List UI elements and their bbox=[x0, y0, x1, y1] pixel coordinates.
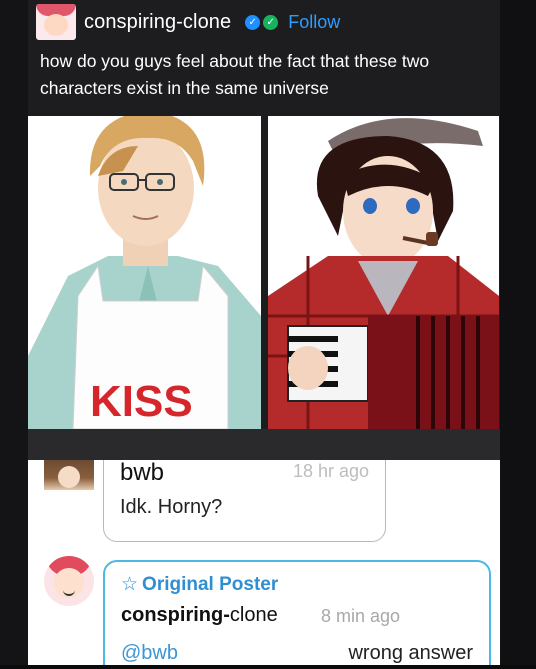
avatar[interactable] bbox=[36, 4, 76, 40]
apron-text: KISS bbox=[90, 377, 193, 426]
reply-username[interactable]: bwb bbox=[120, 460, 164, 487]
mention-link[interactable]: @bwb bbox=[121, 642, 178, 665]
op-reply-bubble: ☆ Original Poster conspiring-clone 8 min … bbox=[103, 560, 491, 665]
follow-button[interactable]: Follow bbox=[288, 12, 340, 33]
post-text: how do you guys feel about the fact that… bbox=[40, 51, 430, 98]
post-image-left[interactable]: KISS bbox=[28, 116, 261, 429]
op-reply-username[interactable]: conspiring-clone bbox=[121, 604, 278, 627]
character-accordion-illustration bbox=[268, 116, 499, 429]
reply-text: Idk. Horny? bbox=[120, 496, 223, 518]
replies-panel: bwb 18 hr ago Idk. Horny? ☆ Original Post… bbox=[28, 460, 500, 665]
post-footer bbox=[28, 429, 500, 460]
post-username[interactable]: conspiring-clone bbox=[84, 11, 231, 34]
reply-bubble: bwb 18 hr ago Idk. Horny? bbox=[103, 460, 386, 542]
op-reply-avatar[interactable] bbox=[44, 556, 94, 606]
star-icon: ☆ bbox=[121, 574, 139, 595]
original-poster-label: ☆ Original Poster bbox=[121, 574, 279, 595]
character-blond-illustration: KISS bbox=[28, 116, 261, 429]
op-reply-timestamp: 8 min ago bbox=[321, 606, 401, 626]
post-image-right[interactable] bbox=[268, 116, 499, 429]
post-card: conspiring-clone ✓ ✓ Follow how do you g… bbox=[28, 0, 500, 460]
checkmark-badge-icon: ✓ bbox=[263, 14, 279, 30]
op-reply-text: wrong answer bbox=[348, 642, 473, 664]
post-header: conspiring-clone ✓ ✓ Follow bbox=[36, 4, 496, 40]
background-right-column bbox=[498, 0, 536, 669]
reply-timestamp: 18 hr ago bbox=[292, 461, 369, 481]
reply-avatar[interactable] bbox=[44, 460, 94, 490]
verified-badge-icon: ✓ bbox=[245, 14, 261, 30]
